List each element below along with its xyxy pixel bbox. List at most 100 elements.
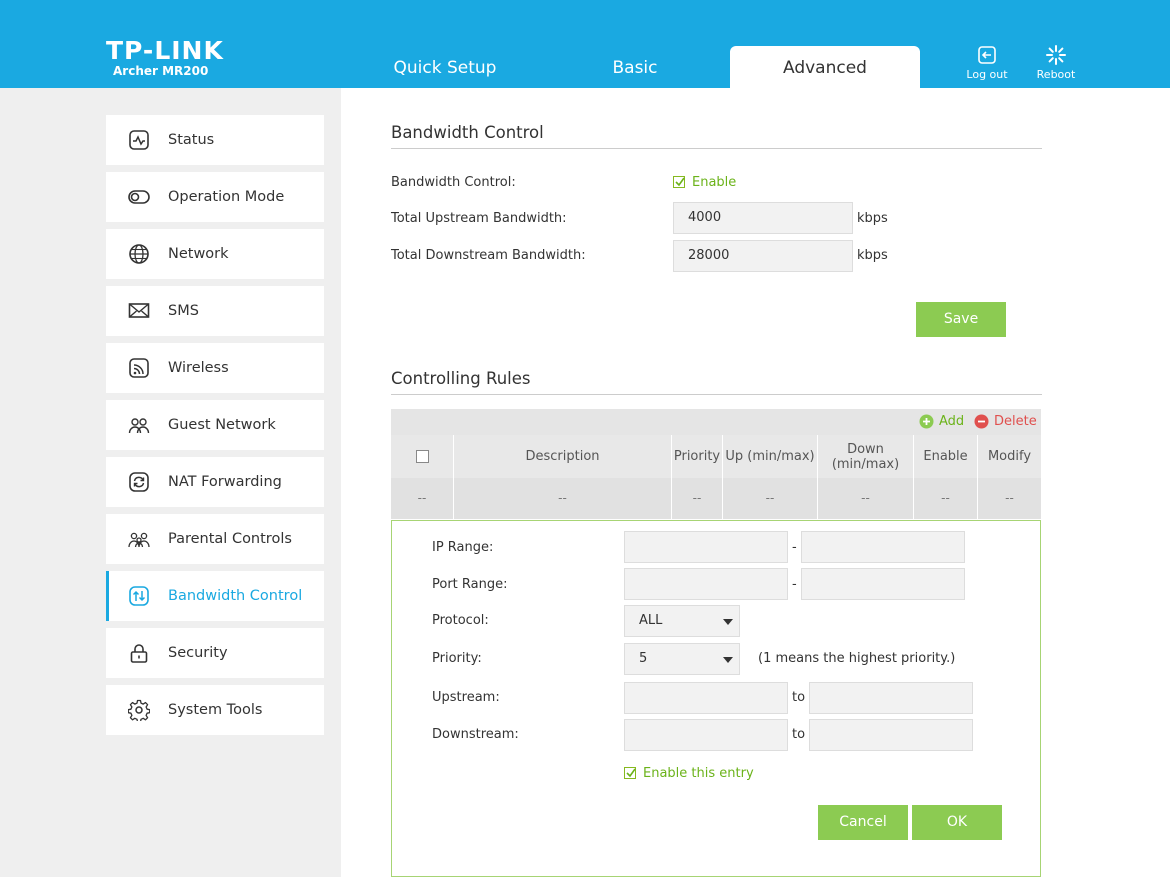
sidebar-item-sms[interactable]: SMS xyxy=(106,286,324,336)
enable-entry-checkbox[interactable] xyxy=(624,767,636,779)
column-header: Up (min/max) xyxy=(722,435,817,478)
table-cell: -- xyxy=(417,491,427,505)
status-icon xyxy=(129,130,149,150)
envelope-icon xyxy=(128,303,150,318)
divider xyxy=(391,148,1042,149)
sidebar-item-label: Guest Network xyxy=(168,417,276,433)
save-button[interactable]: Save xyxy=(916,302,1006,337)
sidebar-item-label: Network xyxy=(168,246,229,262)
top-header: TP-LINK Archer MR200 Quick Setup Basic A… xyxy=(0,0,1170,88)
upstream-min-input[interactable] xyxy=(624,682,788,714)
table-cell: -- xyxy=(671,478,722,519)
upstream-label: Upstream: xyxy=(432,690,500,705)
priority-label: Priority: xyxy=(432,651,482,666)
logout-label: Log out xyxy=(966,68,1008,81)
sidebar-item-label: Wireless xyxy=(168,360,229,376)
refresh-icon xyxy=(129,472,149,492)
sidebar-item-network[interactable]: Network xyxy=(106,229,324,279)
enable-label: Enable xyxy=(692,175,737,190)
tab-basic[interactable]: Basic xyxy=(540,46,730,88)
reboot-button[interactable]: Reboot xyxy=(1026,44,1086,81)
check-icon xyxy=(675,177,685,187)
protocol-label: Protocol: xyxy=(432,613,489,628)
sidebar-item-label: SMS xyxy=(168,303,199,319)
range-separator: - xyxy=(792,577,797,592)
protocol-select[interactable]: ALL xyxy=(624,605,740,637)
toggle-icon xyxy=(128,190,150,204)
table-toolbar: Add Delete xyxy=(391,409,1041,435)
reboot-icon xyxy=(1046,45,1066,65)
column-header: Description xyxy=(453,435,671,478)
plus-circle-icon xyxy=(919,414,934,429)
check-icon xyxy=(626,768,636,778)
bandwidth-control-label: Bandwidth Control: xyxy=(391,175,516,190)
column-header: Enable xyxy=(913,435,977,478)
ip-range-end-input[interactable] xyxy=(801,531,965,563)
add-button[interactable]: Add xyxy=(919,414,964,429)
downstream-bandwidth-input[interactable]: 28000 xyxy=(673,240,853,272)
column-header: Priority xyxy=(671,435,722,478)
minus-circle-icon xyxy=(974,414,989,429)
section-title-rules: Controlling Rules xyxy=(391,369,531,388)
tab-advanced[interactable]: Advanced xyxy=(730,46,920,88)
cancel-button[interactable]: Cancel xyxy=(818,805,908,840)
main-content: Bandwidth Control Bandwidth Control: Ena… xyxy=(341,88,1170,877)
sidebar-item-nat-forwarding[interactable]: NAT Forwarding xyxy=(106,457,324,507)
select-all-checkbox[interactable] xyxy=(415,450,429,463)
logout-button[interactable]: Log out xyxy=(957,44,1017,81)
reboot-label: Reboot xyxy=(1036,68,1076,81)
port-range-start-input[interactable] xyxy=(624,568,788,600)
table-cell: -- xyxy=(453,478,671,519)
range-separator: - xyxy=(792,540,797,555)
sidebar-item-status[interactable]: Status xyxy=(106,115,324,165)
upstream-bandwidth-label: Total Upstream Bandwidth: xyxy=(391,211,567,226)
table-cell: -- xyxy=(722,478,817,519)
rules-table-header: Description Priority Up (min/max) Down (… xyxy=(391,435,1041,478)
sidebar-item-label: System Tools xyxy=(168,702,263,718)
table-row: -- -- -- -- -- -- -- xyxy=(391,478,1041,519)
column-header: Modify xyxy=(977,435,1041,478)
ip-range-start-input[interactable] xyxy=(624,531,788,563)
sidebar-item-guest-network[interactable]: Guest Network xyxy=(106,400,324,450)
delete-label: Delete xyxy=(994,414,1037,429)
priority-value: 5 xyxy=(639,651,648,666)
tab-quick-setup[interactable]: Quick Setup xyxy=(350,46,540,88)
port-range-label: Port Range: xyxy=(432,577,508,592)
sidebar-item-label: Status xyxy=(168,132,215,148)
brand-logo: TP-LINK xyxy=(106,36,224,65)
downstream-max-input[interactable] xyxy=(809,719,973,751)
port-range-end-input[interactable] xyxy=(801,568,965,600)
table-cell: -- xyxy=(913,478,977,519)
enable-checkbox[interactable] xyxy=(673,176,685,188)
model-name: Archer MR200 xyxy=(113,64,209,78)
column-header: Down (min/max) xyxy=(817,435,913,478)
sidebar-item-security[interactable]: Security xyxy=(106,628,324,678)
to-label: to xyxy=(792,690,806,705)
sidebar-item-wireless[interactable]: Wireless xyxy=(106,343,324,393)
chevron-down-icon xyxy=(723,619,733,625)
priority-select[interactable]: 5 xyxy=(624,643,740,675)
sidebar-item-operation-mode[interactable]: Operation Mode xyxy=(106,172,324,222)
downstream-label: Downstream: xyxy=(432,727,519,742)
sidebar-item-system-tools[interactable]: System Tools xyxy=(106,685,324,735)
upstream-bandwidth-input[interactable]: 4000 xyxy=(673,202,853,234)
sidebar-item-bandwidth-control[interactable]: Bandwidth Control xyxy=(106,571,324,621)
sidebar-item-label: Parental Controls xyxy=(168,531,292,547)
add-label: Add xyxy=(939,414,965,429)
downstream-min-input[interactable] xyxy=(624,719,788,751)
to-label: to xyxy=(792,727,806,742)
sidebar-item-label: Security xyxy=(168,645,228,661)
downstream-bandwidth-label: Total Downstream Bandwidth: xyxy=(391,248,586,263)
delete-button[interactable]: Delete xyxy=(974,414,1037,429)
divider xyxy=(391,394,1042,395)
sidebar-item-parental-controls[interactable]: Parental Controls xyxy=(106,514,324,564)
ok-button[interactable]: OK xyxy=(912,805,1002,840)
table-cell: -- xyxy=(817,478,913,519)
lock-icon xyxy=(130,644,148,663)
upstream-max-input[interactable] xyxy=(809,682,973,714)
guests-icon xyxy=(128,418,150,434)
downstream-unit: kbps xyxy=(857,248,888,263)
chevron-down-icon xyxy=(723,657,733,663)
section-title-bandwidth: Bandwidth Control xyxy=(391,123,544,142)
sidebar-item-label: Bandwidth Control xyxy=(168,588,303,604)
